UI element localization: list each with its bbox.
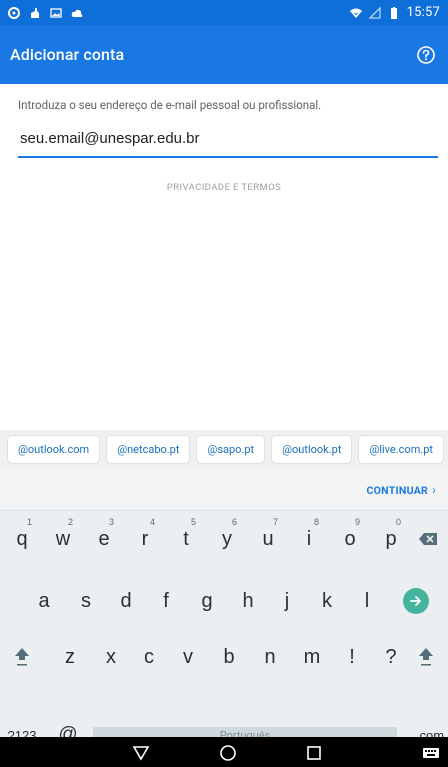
continue-button[interactable]: CONTINUAR › (366, 483, 436, 497)
key-h[interactable]: h (228, 573, 268, 629)
no-sim-icon (368, 6, 381, 19)
nav-bar-background (0, 737, 448, 767)
key-b[interactable]: b (209, 629, 249, 685)
key-label: e (98, 527, 110, 550)
key-r[interactable]: 4r (125, 511, 165, 567)
email-field[interactable] (18, 126, 438, 158)
key-hint: 5 (190, 517, 196, 527)
key-y[interactable]: 6y (207, 511, 247, 567)
key-z[interactable]: z (50, 629, 90, 685)
key-label: p (385, 527, 397, 550)
key-hint: 7 (272, 517, 278, 527)
key-hint: 0 (395, 517, 401, 527)
vpn-key-icon (8, 6, 20, 19)
notification-icon (31, 7, 39, 18)
key-w[interactable]: 2w (43, 511, 83, 567)
key-u[interactable]: 7u (248, 511, 288, 567)
enter-key[interactable] (396, 573, 436, 629)
key-n[interactable]: n (250, 629, 290, 685)
page-title: Adicionar conta (10, 45, 125, 64)
back-icon[interactable] (132, 744, 150, 762)
chevron-right-icon: › (432, 483, 436, 497)
backspace-icon (419, 533, 437, 545)
key-label: o (344, 527, 356, 550)
key-hint: 9 (354, 517, 360, 527)
battery-icon (390, 6, 397, 19)
key-c[interactable]: c (129, 629, 169, 685)
arrow-right-icon (403, 588, 429, 614)
app-bar: Adicionar conta (0, 25, 448, 84)
key-x[interactable]: x (91, 629, 131, 685)
key-g[interactable]: g (187, 573, 227, 629)
cloud-icon (71, 9, 83, 17)
shift-icon (15, 648, 29, 666)
help-circle-icon[interactable] (416, 45, 436, 65)
keyboard-row-2: a s d f g h j k l (0, 573, 448, 629)
key-s[interactable]: s (66, 573, 106, 629)
key-v[interactable]: v (168, 629, 208, 685)
key-hint: 3 (108, 517, 114, 527)
continue-bar: CONTINUAR › (0, 469, 448, 511)
key-l[interactable]: l (347, 573, 387, 629)
key-i[interactable]: 8i (289, 511, 329, 567)
key-label: w (55, 527, 71, 550)
key-m[interactable]: m (292, 629, 332, 685)
key-hint: 2 (67, 517, 73, 527)
recents-icon[interactable] (305, 744, 323, 762)
backspace-key[interactable] (408, 511, 448, 567)
wifi-icon (349, 8, 362, 18)
keyboard-icon[interactable] (422, 744, 440, 762)
key-e[interactable]: 3e (84, 511, 124, 567)
suggestion-chip[interactable]: @netcabo.pt (107, 436, 190, 463)
status-bar: 15:57 (0, 0, 448, 25)
suggestion-chip[interactable]: @outlook.pt (272, 436, 352, 463)
key-a[interactable]: a (24, 573, 64, 629)
home-icon[interactable] (219, 744, 237, 762)
key-exclamation[interactable]: ! (332, 629, 372, 685)
privacy-terms-link[interactable]: PRIVACIDADE E TERMOS (0, 182, 448, 193)
key-label: q (16, 527, 28, 550)
key-hint: 4 (149, 517, 155, 527)
key-question[interactable]: ? (371, 629, 411, 685)
key-t[interactable]: 5t (166, 511, 206, 567)
shift-key-right[interactable] (406, 629, 446, 685)
suggestion-chip[interactable]: @live.com.pt (359, 436, 444, 463)
nav-bar (0, 737, 448, 767)
image-icon (50, 7, 62, 18)
key-hint: 1 (26, 517, 32, 527)
key-label: r (141, 527, 149, 550)
key-k[interactable]: k (307, 573, 347, 629)
key-d[interactable]: d (106, 573, 146, 629)
key-p[interactable]: 0p (371, 511, 411, 567)
key-j[interactable]: j (267, 573, 307, 629)
key-label: t (183, 527, 189, 550)
key-q[interactable]: 1q (2, 511, 42, 567)
suggestion-chip[interactable]: @outlook.com (8, 436, 100, 463)
key-f[interactable]: f (146, 573, 186, 629)
key-label: y (222, 527, 232, 550)
key-hint: 6 (231, 517, 237, 527)
keyboard-row-1: 1q 2w 3e 4r 5t 6y 7u 8i 9o 0p (0, 511, 448, 567)
key-label: u (262, 527, 274, 550)
continue-label: CONTINUAR (366, 483, 429, 497)
keyboard-row-3: z x c v b n m ! ? (0, 629, 448, 685)
shift-icon (419, 648, 433, 666)
key-label: i (306, 527, 312, 550)
soft-keyboard: 1q 2w 3e 4r 5t 6y 7u 8i 9o 0p a s d f g … (0, 511, 448, 754)
key-hint: 8 (313, 517, 319, 527)
shift-key-left[interactable] (2, 629, 42, 685)
clock: 15:57 (406, 5, 440, 20)
key-o[interactable]: 9o (330, 511, 370, 567)
suggestion-chip[interactable]: @sapo.pt (197, 436, 265, 463)
email-domain-suggestions: @outlook.com @netcabo.pt @sapo.pt @outlo… (0, 430, 448, 469)
instruction-text: Introduza o seu endereço de e-mail pesso… (18, 98, 322, 112)
